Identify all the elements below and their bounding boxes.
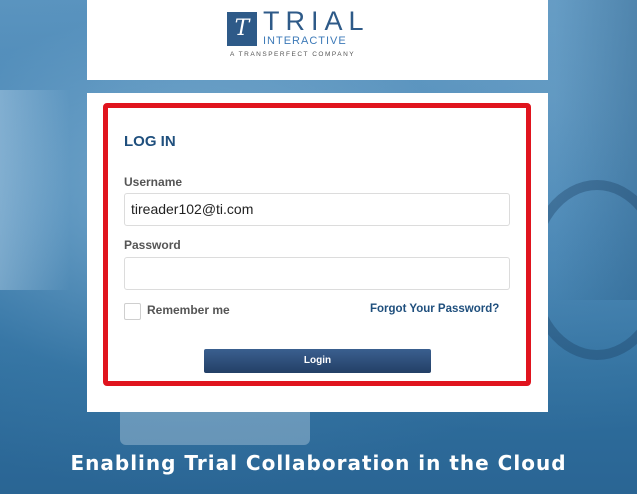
login-button[interactable]: Login bbox=[204, 349, 431, 373]
background-shape bbox=[0, 90, 70, 290]
footer-tagline: Enabling Trial Collaboration in the Clou… bbox=[70, 451, 567, 475]
logo-panel: T TRIAL INTERACTIVE A TRANSPERFECT COMPA… bbox=[87, 0, 548, 80]
username-label: Username bbox=[124, 175, 183, 189]
password-label: Password bbox=[124, 238, 181, 252]
logo-tagline: A TRANSPERFECT COMPANY bbox=[230, 51, 356, 58]
remember-me-checkbox[interactable] bbox=[124, 303, 141, 320]
remember-me-label[interactable]: Remember me bbox=[147, 303, 230, 317]
logo-subtitle: INTERACTIVE bbox=[263, 35, 347, 47]
trial-interactive-logo-icon: T bbox=[227, 12, 257, 46]
password-input[interactable] bbox=[124, 257, 510, 290]
forgot-password-link[interactable]: Forgot Your Password? bbox=[370, 303, 499, 315]
logo-wordmark: TRIAL bbox=[263, 6, 370, 36]
username-input[interactable]: tireader102@ti.com bbox=[124, 193, 510, 226]
login-panel: LOG IN Username tireader102@ti.com Passw… bbox=[87, 93, 548, 412]
login-heading: LOG IN bbox=[124, 133, 176, 150]
